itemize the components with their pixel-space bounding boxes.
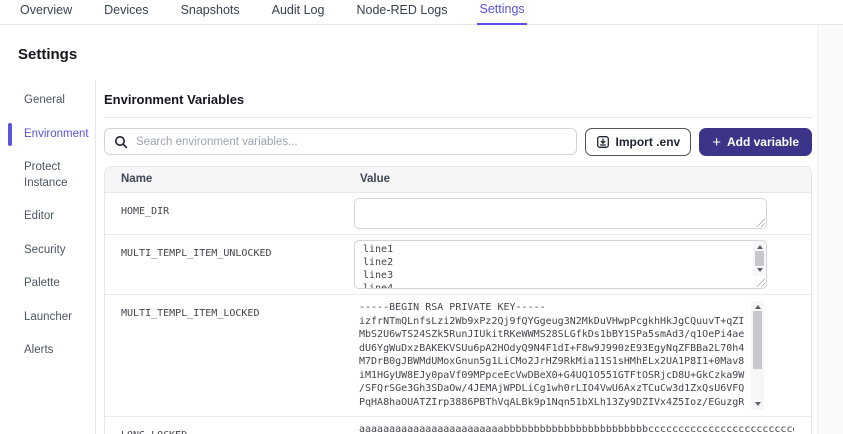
- env-var-value-cell: line1 line2 line3 line4: [353, 235, 811, 294]
- table-row: HOME_DIR: [105, 193, 811, 235]
- scroll-down-arrow-icon[interactable]: [756, 268, 763, 272]
- tab-settings[interactable]: Settings: [477, 0, 527, 25]
- add-variable-label: Add variable: [726, 135, 799, 149]
- home-dir-value-textarea[interactable]: [354, 198, 767, 229]
- env-var-name: LONG_LOCKED: [105, 417, 353, 434]
- table-row: LONG_LOCKED aaaaaaaaaaaaaaaaaaaaaaaabbbb…: [105, 417, 811, 434]
- plus-icon: +: [712, 133, 721, 151]
- scroll-up-arrow-icon[interactable]: [756, 245, 763, 249]
- sidebar-item-editor[interactable]: Editor: [0, 200, 95, 234]
- column-header-name: Name: [121, 173, 153, 185]
- env-var-name: MULTI_TEMPL_ITEM_UNLOCKED: [121, 248, 272, 259]
- import-document-icon: [596, 135, 610, 149]
- env-var-value-cell: aaaaaaaaaaaaaaaaaaaaaaaabbbbbbbbbbbbbbbb…: [353, 417, 811, 434]
- page-right-gutter: [817, 25, 843, 434]
- sidebar-item-security[interactable]: Security: [0, 234, 95, 268]
- sidebar-item-launcher[interactable]: Launcher: [0, 301, 95, 335]
- scroll-up-arrow-icon[interactable]: [754, 305, 761, 309]
- sidebar-item-palette[interactable]: Palette: [0, 267, 95, 301]
- tab-node-red-logs[interactable]: Node-RED Logs: [354, 0, 449, 24]
- long-locked-value: aaaaaaaaaaaaaaaaaaaaaaaabbbbbbbbbbbbbbbb…: [359, 424, 794, 434]
- search-box: [104, 128, 577, 155]
- scrollbar-thumb[interactable]: [755, 251, 764, 266]
- add-variable-button[interactable]: + Add variable: [699, 128, 812, 156]
- settings-content: General Environment Protect Instance Edi…: [0, 80, 843, 434]
- import-env-button[interactable]: Import .env: [584, 128, 692, 156]
- sidebar-item-protect-instance[interactable]: Protect Instance: [0, 151, 95, 200]
- tab-overview[interactable]: Overview: [18, 0, 74, 24]
- sidebar-item-general[interactable]: General: [0, 84, 95, 118]
- search-icon: [114, 135, 128, 149]
- env-vars-table: Name Value HOME_DIR MULTI_TEMPL_ITEM_UNL…: [104, 166, 812, 434]
- tab-snapshots[interactable]: Snapshots: [179, 0, 242, 24]
- vertical-scrollbar[interactable]: [753, 241, 766, 276]
- page-title: Settings: [18, 46, 78, 63]
- multi-templ-item-unlocked-textarea[interactable]: line1 line2 line3 line4: [354, 240, 767, 289]
- env-toolbar: Import .env + Add variable: [104, 128, 812, 156]
- tab-devices[interactable]: Devices: [102, 0, 150, 24]
- tab-audit-log[interactable]: Audit Log: [270, 0, 327, 24]
- settings-sidebar: General Environment Protect Instance Edi…: [0, 80, 96, 434]
- multi-templ-item-locked-value: -----BEGIN RSA PRIVATE KEY----- izfrNTmQ…: [359, 302, 745, 408]
- instance-tab-bar: Overview Devices Snapshots Audit Log Nod…: [0, 0, 843, 25]
- search-input[interactable]: [136, 135, 567, 148]
- env-var-name: MULTI_TEMPL_ITEM_LOCKED: [121, 308, 260, 319]
- environment-panel: Environment Variables Search environment…: [96, 80, 843, 434]
- sidebar-item-environment[interactable]: Environment: [0, 118, 95, 152]
- import-env-label: Import .env: [615, 135, 681, 149]
- vertical-scrollbar[interactable]: [751, 301, 764, 410]
- env-var-value-cell: [353, 193, 811, 234]
- env-var-name: HOME_DIR: [121, 206, 170, 217]
- scrollbar-thumb[interactable]: [753, 311, 762, 369]
- sidebar-item-alerts[interactable]: Alerts: [0, 334, 95, 368]
- scroll-down-arrow-icon[interactable]: [754, 402, 761, 406]
- table-row: MULTI_TEMPL_ITEM_UNLOCKED line1 line2 li…: [105, 235, 811, 295]
- column-header-value: Value: [360, 173, 391, 185]
- env-var-value-cell: -----BEGIN RSA PRIVATE KEY----- izfrNTmQ…: [353, 295, 811, 416]
- section-title: Environment Variables: [104, 86, 812, 118]
- table-row: MULTI_TEMPL_ITEM_LOCKED -----BEGIN RSA P…: [105, 295, 811, 417]
- table-header-row: Name Value: [105, 167, 811, 193]
